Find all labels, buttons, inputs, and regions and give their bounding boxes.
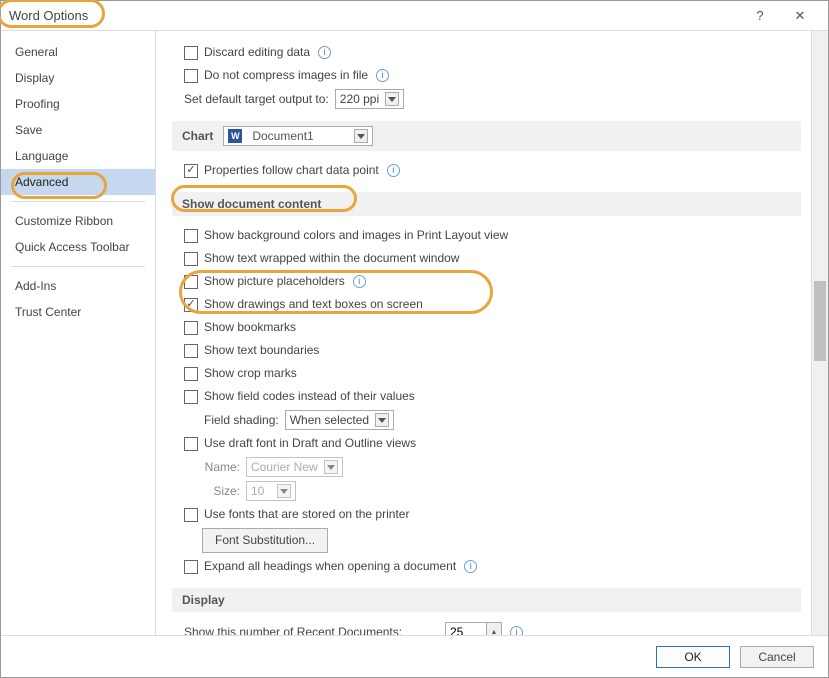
sidebar-item-addins[interactable]: Add-Ins [1,273,155,299]
recent-docs-spinner[interactable]: ▲▼ [445,622,502,635]
sidebar-item-general[interactable]: General [1,39,155,65]
propfollow-label: Properties follow chart data point [204,161,379,180]
info-icon[interactable] [464,560,477,573]
display-section-header: Display [172,588,801,612]
chevron-down-icon [354,129,368,143]
show-picplace-label: Show picture placeholders [204,272,345,291]
show-fieldcodes-label: Show field codes instead of their values [204,387,415,406]
info-icon[interactable] [318,46,331,59]
printer-fonts-label: Use fonts that are stored on the printer [204,505,409,524]
show-bg-checkbox[interactable] [184,229,198,243]
sidebar-item-trustcenter[interactable]: Trust Center [1,299,155,325]
vertical-scrollbar[interactable] [811,31,828,635]
recent-docs-input[interactable] [446,623,486,635]
show-content-section-header: Show document content [172,192,801,216]
window-title: Word Options [9,8,740,23]
spinner-arrows[interactable]: ▲▼ [486,623,501,635]
no-compress-label: Do not compress images in file [204,66,368,85]
sidebar-item-language[interactable]: Language [1,143,155,169]
content-panel: Discard editing data Do not compress ima… [156,31,811,635]
show-fieldcodes-checkbox[interactable] [184,390,198,404]
chevron-down-icon [324,460,338,474]
show-bg-label: Show background colors and images in Pri… [204,226,508,245]
no-compress-checkbox[interactable] [184,69,198,83]
ok-button[interactable]: OK [656,646,730,668]
discard-editing-label: Discard editing data [204,43,310,62]
scroll-thumb[interactable] [814,281,826,361]
info-icon[interactable] [353,275,366,288]
field-shading-label: Field shading: [204,411,279,430]
font-substitution-button[interactable]: Font Substitution... [202,528,328,553]
info-icon[interactable] [387,164,400,177]
expand-headings-checkbox[interactable] [184,560,198,574]
draft-font-checkbox[interactable] [184,437,198,451]
show-bookmarks-checkbox[interactable] [184,321,198,335]
sidebar-item-display[interactable]: Display [1,65,155,91]
sidebar-item-qat[interactable]: Quick Access Toolbar [1,234,155,260]
show-wrap-label: Show text wrapped within the document wi… [204,249,459,268]
discard-editing-checkbox[interactable] [184,46,198,60]
cancel-button[interactable]: Cancel [740,646,814,668]
word-file-icon [228,129,242,143]
sidebar-item-advanced[interactable]: Advanced [1,169,155,195]
show-drawings-label: Show drawings and text boxes on screen [204,295,423,314]
show-picplace-checkbox[interactable] [184,275,198,289]
show-cropmarks-checkbox[interactable] [184,367,198,381]
show-wrap-checkbox[interactable] [184,252,198,266]
sidebar: General Display Proofing Save Language A… [1,31,156,635]
expand-headings-label: Expand all headings when opening a docum… [204,557,456,576]
chevron-down-icon [385,92,399,106]
default-target-label: Set default target output to: [184,90,329,109]
sidebar-separator [11,266,145,267]
propfollow-checkbox[interactable] [184,164,198,178]
font-name-select: Courier New [246,457,343,477]
ppi-select[interactable]: 220 ppi [335,89,404,109]
recent-docs-label: Show this number of Recent Documents: [184,623,439,636]
font-size-label: Size: [202,482,240,501]
info-icon[interactable] [376,69,389,82]
font-name-label: Name: [202,458,240,477]
sidebar-item-proofing[interactable]: Proofing [1,91,155,117]
draft-font-label: Use draft font in Draft and Outline view… [204,434,416,453]
help-button[interactable]: ? [740,8,780,23]
titlebar: Word Options ? ✕ [1,1,828,31]
field-shading-select[interactable]: When selected [285,410,394,430]
show-textbound-checkbox[interactable] [184,344,198,358]
sidebar-item-save[interactable]: Save [1,117,155,143]
sidebar-separator [11,201,145,202]
font-size-select: 10 [246,481,296,501]
sidebar-item-customize-ribbon[interactable]: Customize Ribbon [1,208,155,234]
chevron-down-icon [375,413,389,427]
chevron-down-icon [277,484,291,498]
chart-section-header: Chart Document1 [172,121,801,151]
printer-fonts-checkbox[interactable] [184,508,198,522]
show-textbound-label: Show text boundaries [204,341,319,360]
info-icon[interactable] [510,626,523,636]
show-drawings-checkbox[interactable] [184,298,198,312]
chart-document-select[interactable]: Document1 [223,126,373,146]
show-cropmarks-label: Show crop marks [204,364,297,383]
show-bookmarks-label: Show bookmarks [204,318,296,337]
dialog-footer: OK Cancel [1,635,828,677]
close-button[interactable]: ✕ [780,8,820,24]
